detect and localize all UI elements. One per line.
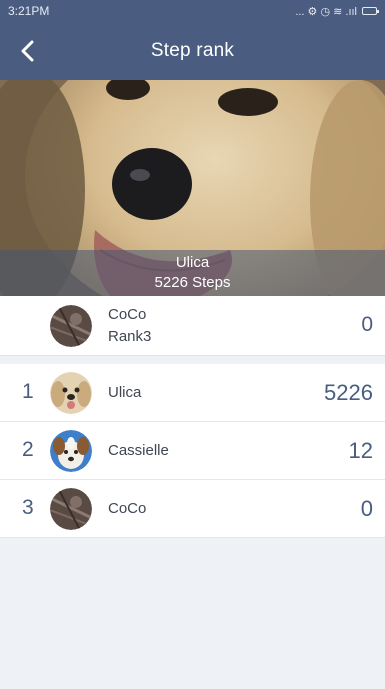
list-item[interactable]: 1 Ulica 5226 (0, 364, 385, 422)
hero-steps: 5226 Steps (154, 274, 231, 291)
rank-number: 1 (22, 380, 34, 403)
status-time: 3:21PM (8, 4, 50, 18)
list-item[interactable]: 3 CoCo 0 (0, 480, 385, 538)
rank-steps: 12 (348, 438, 373, 463)
chevron-left-icon (21, 40, 34, 62)
my-rank-label: Rank3 (108, 328, 152, 345)
hero-caption: Ulica 5226 Steps (0, 250, 385, 296)
list-item[interactable]: 2 Cassielle 12 (0, 422, 385, 480)
rank-number: 2 (22, 438, 34, 461)
my-steps: 0 (361, 313, 373, 336)
rank-list: 1 Ulica 5226 2 Cassielle 12 3 CoCo 0 (0, 364, 385, 538)
rank-name: CoCo (108, 500, 147, 517)
rank-name: Cassielle (108, 442, 169, 459)
dark-photo-avatar (50, 305, 92, 347)
dark-photo-avatar (50, 488, 92, 530)
status-icons-glyphs: ... ⚙ ◷ ≋ .ııl (295, 5, 357, 18)
hero-name: Ulica (175, 254, 210, 271)
yellow-labrador-avatar (50, 372, 92, 414)
rank-number: 3 (22, 496, 34, 519)
page-title: Step rank (150, 40, 235, 61)
hero-banner: Ulica 5226 Steps (0, 80, 385, 296)
status-icons: ... ⚙ ◷ ≋ .ııl (295, 5, 379, 18)
rank-steps: 5226 (324, 380, 373, 405)
status-bar: 3:21PM ... ⚙ ◷ ≋ .ııl (0, 0, 385, 22)
battery-icon (362, 7, 379, 15)
beagle-mix-avatar (50, 430, 92, 472)
back-button[interactable] (10, 34, 44, 68)
my-name: CoCo (108, 306, 147, 323)
nav-bar: Step rank (0, 22, 385, 80)
rank-steps: 0 (360, 496, 373, 521)
my-rank-row[interactable]: CoCo Rank3 0 (0, 296, 385, 356)
rank-name: Ulica (108, 384, 142, 401)
